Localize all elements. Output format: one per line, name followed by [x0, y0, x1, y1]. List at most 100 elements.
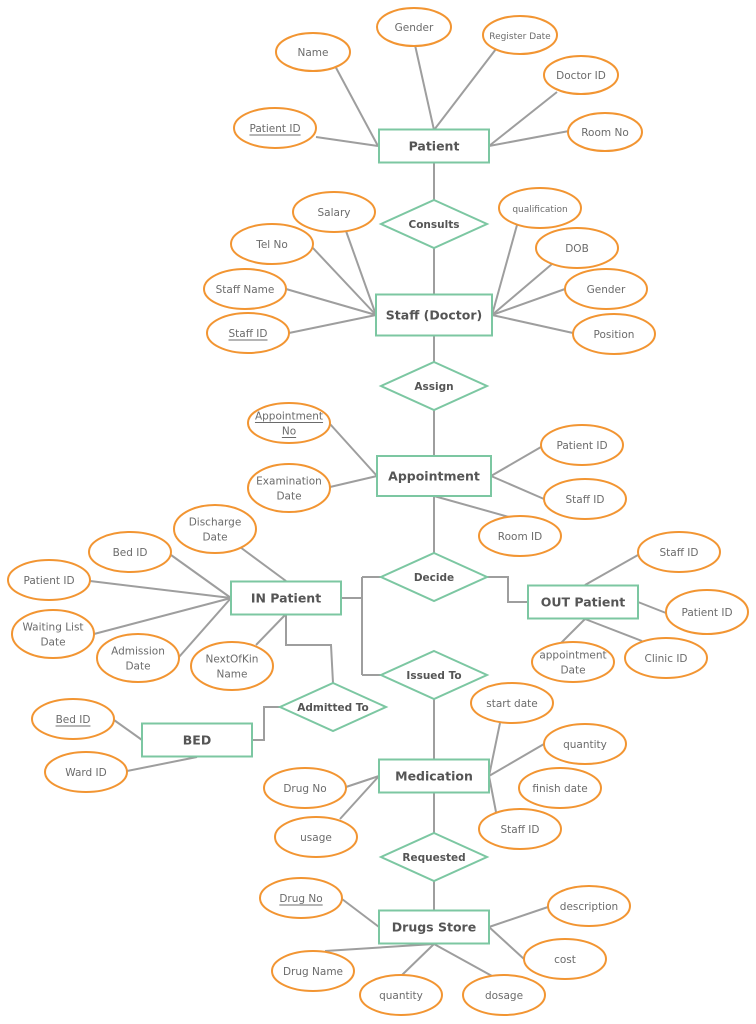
attribute-s-qualification[interactable]: qualification: [498, 187, 582, 229]
attribute-o-patient-id[interactable]: Patient ID: [665, 589, 749, 635]
entity-in-patient[interactable]: IN Patient: [230, 580, 342, 616]
attribute-connector: [490, 446, 542, 477]
relationship-issued-to[interactable]: Issued To: [378, 649, 490, 701]
attribute-label: Salary: [318, 207, 351, 219]
attribute-m-drug-no[interactable]: Drug No: [263, 767, 347, 809]
attribute-a-examination-date[interactable]: Examination Date: [247, 463, 331, 513]
relationship-label: Requested: [402, 852, 465, 864]
attribute-i-bed-id[interactable]: Bed ID: [88, 531, 172, 573]
attribute-a-staff-id[interactable]: Staff ID: [543, 478, 627, 520]
attribute-s-dob[interactable]: DOB: [535, 227, 619, 269]
attribute-label: Drug No: [283, 783, 326, 795]
attribute-p-room-no[interactable]: Room No: [567, 112, 643, 152]
relationship-requested[interactable]: Requested: [378, 831, 490, 883]
attribute-p-register-date[interactable]: Register Date: [482, 15, 558, 55]
attribute-connector: [414, 44, 435, 131]
attribute-ellipse[interactable]: [96, 633, 180, 683]
attribute-a-patient-id[interactable]: Patient ID: [540, 424, 624, 466]
attribute-m-usage[interactable]: usage: [274, 816, 358, 858]
entity-drugs-store[interactable]: Drugs Store: [378, 909, 490, 945]
attribute-label: appointment: [539, 650, 606, 662]
attribute-label: Staff ID: [566, 494, 605, 506]
attribute-d-quantity[interactable]: quantity: [359, 974, 443, 1016]
entity-patient[interactable]: Patient: [378, 128, 490, 164]
attribute-ellipse[interactable]: [173, 504, 257, 554]
entity-appointment[interactable]: Appointment: [376, 455, 492, 497]
primary-key-label: Drug No: [279, 893, 322, 905]
attribute-connector: [126, 756, 198, 772]
attribute-p-patient-id[interactable]: Patient ID: [233, 107, 317, 149]
relationship-admitted-to[interactable]: Admitted To: [277, 681, 389, 733]
shapes: Patient Staff (Doctor) Appointment IN Patie…: [7, 7, 749, 1016]
attribute-label: Date: [125, 661, 150, 673]
attribute-i-discharge-date[interactable]: Discharge Date: [173, 504, 257, 554]
attribute-label: NextOfKin: [206, 654, 259, 666]
attribute-connector: [288, 314, 377, 334]
attribute-o-staff-id[interactable]: Staff ID: [637, 531, 721, 573]
relationship-label: Consults: [409, 219, 460, 231]
entity-staff[interactable]: Staff (Doctor): [375, 293, 493, 337]
attribute-connector: [401, 943, 435, 976]
entity-label: Staff (Doctor): [386, 308, 482, 323]
relationship-connector: [285, 614, 334, 684]
attribute-a-room-id[interactable]: Room ID: [478, 515, 562, 557]
attribute-p-doctor-id[interactable]: Doctor ID: [543, 55, 619, 95]
attribute-m-finish-date[interactable]: finish date: [518, 767, 602, 809]
attribute-d-dosage[interactable]: dosage: [462, 974, 546, 1016]
attribute-d-description[interactable]: description: [547, 885, 631, 927]
relationship-assign[interactable]: Assign: [378, 360, 490, 412]
attribute-connector: [433, 48, 497, 131]
attribute-m-quantity[interactable]: quantity: [543, 723, 627, 765]
attribute-label: DOB: [565, 243, 589, 255]
entity-medication[interactable]: Medication: [378, 758, 490, 794]
attribute-o-clinic-id[interactable]: Clinic ID: [624, 637, 708, 679]
attribute-connector: [490, 475, 545, 500]
attribute-b-bed-id[interactable]: Bed ID: [31, 698, 115, 740]
attribute-d-cost[interactable]: cost: [523, 938, 607, 980]
attribute-a-appointment-no[interactable]: Appointment No: [247, 402, 331, 444]
relationship-consults[interactable]: Consults: [378, 198, 490, 250]
entity-label: Drugs Store: [392, 920, 476, 935]
attribute-connector: [491, 263, 553, 316]
attribute-b-ward-id[interactable]: Ward ID: [44, 751, 128, 793]
attribute-d-drug-name[interactable]: Drug Name: [271, 950, 355, 992]
attribute-i-patient-id[interactable]: Patient ID: [7, 559, 91, 601]
attribute-label: Staff ID: [660, 547, 699, 559]
attribute-connector: [584, 618, 643, 642]
attribute-label: finish date: [532, 783, 587, 795]
attribute-s-tel-no[interactable]: Tel No: [230, 223, 314, 265]
primary-key-label: Staff ID: [229, 328, 268, 340]
attribute-connector: [93, 597, 232, 635]
attribute-ellipse[interactable]: [190, 641, 274, 691]
attribute-connector: [560, 618, 586, 644]
entity-out-patient[interactable]: OUT Patient: [527, 584, 639, 620]
attribute-o-appointment-date[interactable]: appointment Date: [531, 641, 615, 683]
entity-bed[interactable]: BED: [141, 722, 253, 758]
attribute-s-position[interactable]: Position: [572, 313, 656, 355]
attribute-i-waiting-list-date[interactable]: Waiting List Date: [11, 609, 95, 659]
attribute-connector: [488, 130, 570, 147]
relationship-connector: [487, 576, 528, 603]
entity-label: BED: [183, 733, 211, 748]
attribute-m-staff-id[interactable]: Staff ID: [478, 808, 562, 850]
primary-key-label: Patient ID: [249, 123, 300, 135]
attribute-label: Patient ID: [556, 440, 607, 452]
attribute-p-gender[interactable]: Gender: [376, 7, 452, 47]
relationship-decide[interactable]: Decide: [378, 551, 490, 603]
attribute-s-staff-name[interactable]: Staff Name: [203, 268, 287, 310]
attribute-connector: [584, 554, 639, 586]
attribute-ellipse[interactable]: [11, 609, 95, 659]
attribute-d-drug-no[interactable]: Drug No: [259, 877, 343, 919]
attribute-label: quantity: [563, 739, 607, 751]
attribute-i-admission-date[interactable]: Admission Date: [96, 633, 180, 683]
attribute-s-gender[interactable]: Gender: [564, 268, 648, 310]
attribute-m-start-date[interactable]: start date: [470, 682, 554, 724]
attribute-p-name[interactable]: Name: [275, 32, 351, 72]
attribute-connector: [345, 230, 377, 316]
attribute-i-next-of-kin[interactable]: NextOfKin Name: [190, 641, 274, 691]
attribute-s-staff-id[interactable]: Staff ID: [206, 312, 290, 354]
attribute-s-salary[interactable]: Salary: [292, 191, 376, 233]
attribute-connector: [488, 91, 558, 147]
attribute-label: Room ID: [498, 531, 542, 543]
attribute-ellipse[interactable]: [247, 463, 331, 513]
